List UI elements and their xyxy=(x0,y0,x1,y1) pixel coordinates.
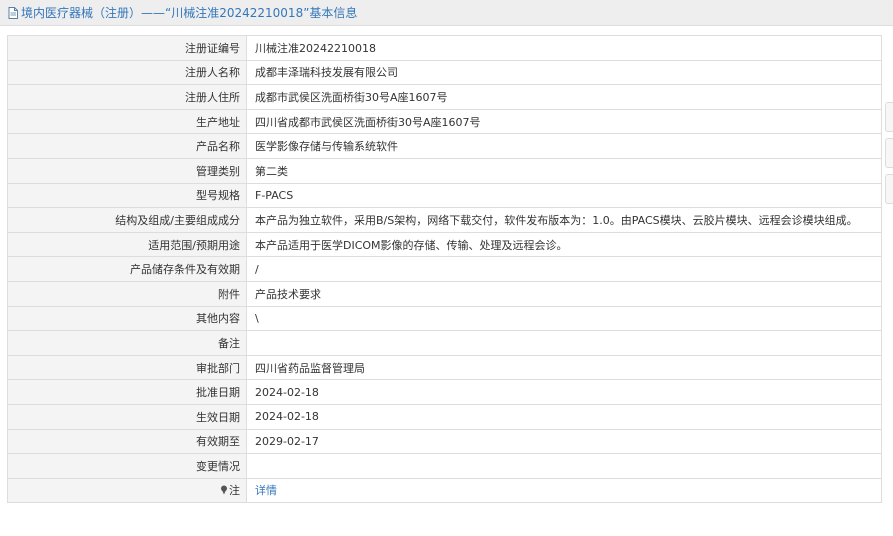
side-tabs xyxy=(885,102,893,210)
row-label: 有效期至 xyxy=(7,428,247,455)
row-value: 四川省药品监督管理局 xyxy=(246,354,882,381)
row-value: 2029-02-17 xyxy=(246,428,882,455)
row-value: 本产品为独立软件，采用B/S架构，网络下载交付，软件发布版本为：1.0。由PAC… xyxy=(246,207,882,233)
table-row: 附件 产品技术要求 xyxy=(7,280,882,307)
row-value: 医学影像存储与传输系统软件 xyxy=(246,133,882,159)
row-label: 注册证编号 xyxy=(7,35,247,61)
row-value: / xyxy=(246,256,882,282)
table-row: 注册证编号 川械注准20242210018 xyxy=(7,35,882,61)
table-row: 备注 xyxy=(7,330,882,356)
table-row: 其他内容 \ xyxy=(7,305,882,332)
row-value: 本产品适用于医学DICOM影像的存储、传输、处理及远程会诊。 xyxy=(246,231,882,258)
row-value: 成都市武侯区洗面桥街30号A座1607号 xyxy=(246,84,882,110)
row-label: 管理类别 xyxy=(7,157,247,184)
row-value: 四川省成都市武侯区洗面桥街30号A座1607号 xyxy=(246,108,882,135)
row-label: 生效日期 xyxy=(7,403,247,430)
note-label: 注 xyxy=(229,484,240,498)
row-value xyxy=(246,330,882,356)
table-row: 产品储存条件及有效期 / xyxy=(7,256,882,282)
table-row: 注册人住所 成都市武侯区洗面桥街30号A座1607号 xyxy=(7,84,882,110)
pin-icon xyxy=(220,485,228,498)
row-label: 生产地址 xyxy=(7,108,247,135)
row-label: 结构及组成/主要组成成分 xyxy=(7,207,247,233)
note-label-cell: 注 xyxy=(7,477,247,504)
table-row: 生产地址 四川省成都市武侯区洗面桥街30号A座1607号 xyxy=(7,108,882,135)
note-value-cell: 详情 xyxy=(246,477,882,504)
registration-info-table: 注册证编号 川械注准20242210018 注册人名称 成都丰泽瑞科技发展有限公司 … xyxy=(7,35,882,504)
row-value: F-PACS xyxy=(246,182,882,209)
table-row: 批准日期 2024-02-18 xyxy=(7,379,882,405)
row-label: 批准日期 xyxy=(7,379,247,405)
row-label: 其他内容 xyxy=(7,305,247,332)
table-row: 变更情况 xyxy=(7,453,882,479)
row-label: 变更情况 xyxy=(7,453,247,479)
table-row: 审批部门 四川省药品监督管理局 xyxy=(7,354,882,381)
details-link[interactable]: 详情 xyxy=(255,484,277,497)
row-value: 2024-02-18 xyxy=(246,403,882,430)
side-tab[interactable] xyxy=(885,138,893,168)
table-row: 适用范围/预期用途 本产品适用于医学DICOM影像的存储、传输、处理及远程会诊。 xyxy=(7,231,882,258)
table-row: 型号规格 F-PACS xyxy=(7,182,882,209)
page-header: 境内医疗器械（注册）——“川械注准20242210018”基本信息 xyxy=(0,0,893,26)
table-row: 有效期至 2029-02-17 xyxy=(7,428,882,455)
row-label: 审批部门 xyxy=(7,354,247,381)
side-tab[interactable] xyxy=(885,102,893,132)
row-label: 型号规格 xyxy=(7,182,247,209)
row-value: 产品技术要求 xyxy=(246,280,882,307)
row-label: 产品储存条件及有效期 xyxy=(7,256,247,282)
row-label: 产品名称 xyxy=(7,133,247,159)
row-value: 成都丰泽瑞科技发展有限公司 xyxy=(246,59,882,86)
side-tab[interactable] xyxy=(885,174,893,204)
table-row-note: 注 详情 xyxy=(7,477,882,504)
table-row: 产品名称 医学影像存储与传输系统软件 xyxy=(7,133,882,159)
table-row: 管理类别 第二类 xyxy=(7,157,882,184)
row-label: 注册人名称 xyxy=(7,59,247,86)
row-value: 第二类 xyxy=(246,157,882,184)
row-label: 附件 xyxy=(7,280,247,307)
row-value xyxy=(246,453,882,479)
row-value: \ xyxy=(246,305,882,332)
table-row: 生效日期 2024-02-18 xyxy=(7,403,882,430)
document-icon xyxy=(8,6,18,19)
row-label: 适用范围/预期用途 xyxy=(7,231,247,258)
table-row: 注册人名称 成都丰泽瑞科技发展有限公司 xyxy=(7,59,882,86)
row-label: 注册人住所 xyxy=(7,84,247,110)
page-title: 境内医疗器械（注册）——“川械注准20242210018”基本信息 xyxy=(21,6,358,20)
row-label: 备注 xyxy=(7,330,247,356)
row-value: 2024-02-18 xyxy=(246,379,882,405)
table-row: 结构及组成/主要组成成分 本产品为独立软件，采用B/S架构，网络下载交付，软件发布… xyxy=(7,207,882,233)
row-value: 川械注准20242210018 xyxy=(246,35,882,61)
